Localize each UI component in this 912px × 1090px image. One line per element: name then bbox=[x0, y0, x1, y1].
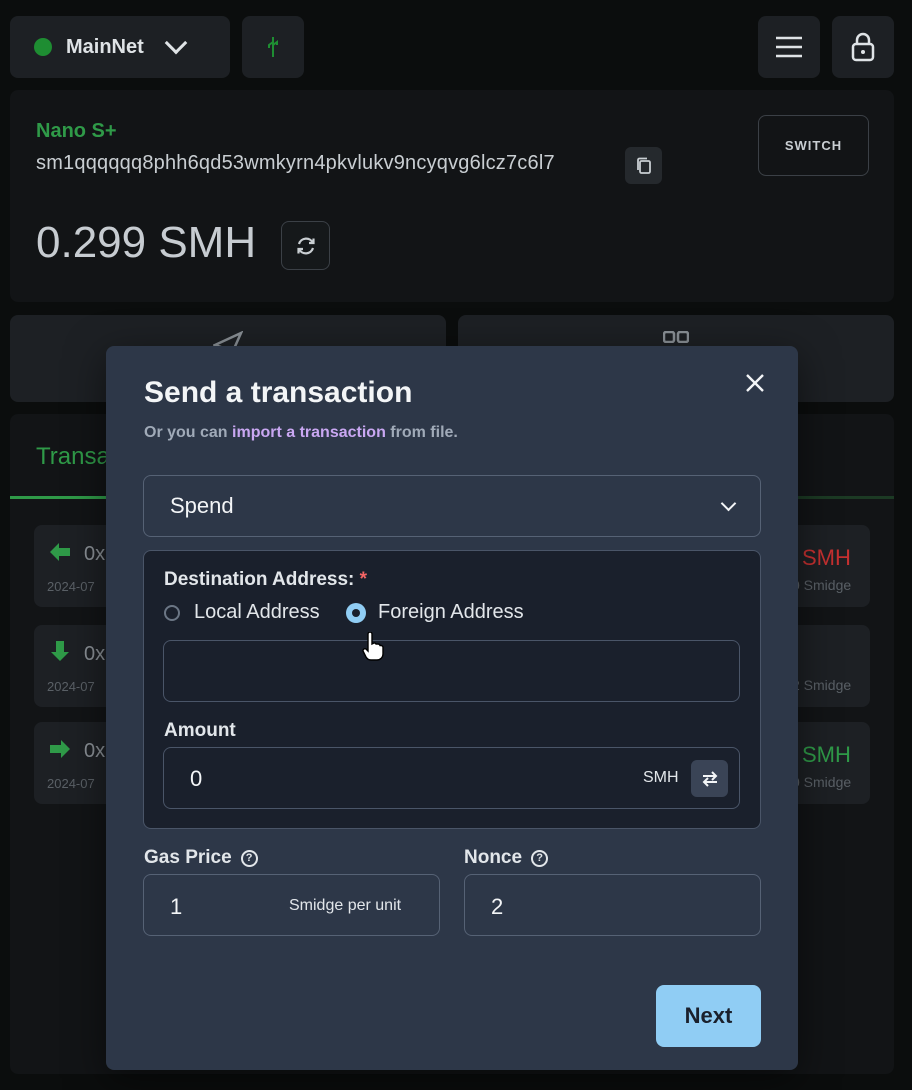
transaction-hash: 0x bbox=[84, 740, 106, 762]
transaction-type-select[interactable]: Spend bbox=[143, 475, 761, 537]
gas-price-input[interactable]: 1 Smidge per unit bbox=[143, 874, 440, 936]
gas-price-label-text: Gas Price bbox=[144, 847, 232, 868]
radio-foreign-label: Foreign Address bbox=[378, 601, 524, 623]
transaction-hash: 0x bbox=[84, 543, 106, 565]
swap-arrows-icon bbox=[702, 770, 717, 787]
network-status-dot bbox=[34, 38, 52, 56]
wallet-address: sm1qqqqqq8phh6qd53wmkyrn4pkvlukv9ncyqvg6… bbox=[36, 152, 555, 174]
nonce-label-text: Nonce bbox=[464, 847, 523, 868]
tab-underline-active bbox=[10, 496, 110, 499]
radio-local-address[interactable]: Local Address bbox=[164, 601, 320, 624]
swap-unit-button[interactable] bbox=[691, 760, 728, 797]
transaction-amount: SMH bbox=[802, 545, 851, 570]
gas-price-unit: Smidge per unit bbox=[289, 897, 402, 914]
transaction-fee: 0 Smidge bbox=[792, 577, 852, 593]
copy-address-button[interactable] bbox=[625, 147, 662, 184]
transaction-date: 2024-07 bbox=[47, 579, 95, 594]
destination-label-text: Destination Address: bbox=[164, 569, 355, 590]
lock-button[interactable] bbox=[832, 16, 894, 78]
chevron-down-icon bbox=[720, 495, 737, 512]
modal-subtitle: Or you can import a transaction from fil… bbox=[144, 424, 458, 442]
required-mark: * bbox=[359, 569, 368, 590]
copy-icon bbox=[636, 157, 651, 174]
device-name: Nano S+ bbox=[36, 120, 117, 142]
close-modal-button[interactable] bbox=[738, 366, 772, 400]
hand-cursor-icon bbox=[362, 632, 384, 661]
refresh-balance-button[interactable] bbox=[281, 221, 330, 270]
transaction-amount: SMH bbox=[802, 742, 851, 767]
amount-label: Amount bbox=[164, 720, 236, 741]
destination-address-input[interactable] bbox=[163, 640, 740, 702]
gas-price-label: Gas Price ? bbox=[144, 847, 258, 869]
refresh-icon bbox=[296, 237, 315, 254]
transaction-fee: 2 Smidge bbox=[792, 677, 852, 693]
subtitle-prefix: Or you can bbox=[144, 424, 233, 441]
close-icon bbox=[746, 374, 764, 392]
help-icon[interactable]: ? bbox=[240, 849, 258, 867]
radio-selected bbox=[346, 602, 366, 623]
radio-foreign-address[interactable]: Foreign Address bbox=[346, 601, 524, 624]
usb-icon bbox=[268, 37, 278, 57]
amount-unit: SMH bbox=[643, 769, 679, 786]
arrow-down-icon bbox=[51, 641, 69, 661]
arrow-right-icon bbox=[50, 740, 70, 758]
transaction-fee: 0 Smidge bbox=[792, 774, 852, 790]
next-button[interactable]: Next bbox=[656, 985, 761, 1047]
modal-title: Send a transaction bbox=[144, 376, 413, 409]
subtitle-suffix: from file. bbox=[385, 424, 458, 441]
gas-price-value: 1 bbox=[170, 894, 183, 919]
nonce-value: 2 bbox=[491, 894, 504, 919]
amount-input[interactable]: 0 SMH bbox=[163, 747, 740, 809]
arrow-left-icon bbox=[50, 543, 70, 561]
radio-unselected bbox=[164, 604, 180, 621]
nonce-input[interactable]: 2 bbox=[464, 874, 761, 936]
nonce-label: Nonce ? bbox=[464, 847, 549, 869]
usb-device-button[interactable] bbox=[242, 16, 304, 78]
switch-button[interactable]: SWITCH bbox=[758, 115, 869, 176]
chevron-down-icon bbox=[164, 31, 188, 55]
balance: 0.299 SMH bbox=[36, 218, 257, 267]
tab-transactions[interactable]: Transa bbox=[36, 443, 110, 471]
network-selector[interactable]: MainNet bbox=[10, 16, 230, 78]
transaction-date: 2024-07 bbox=[47, 776, 95, 791]
transaction-hash: 0x bbox=[84, 643, 106, 665]
help-icon[interactable]: ? bbox=[531, 849, 549, 867]
network-label: MainNet bbox=[66, 35, 144, 58]
menu-button[interactable] bbox=[758, 16, 820, 78]
transaction-date: 2024-07 bbox=[47, 679, 95, 694]
radio-local-label: Local Address bbox=[194, 601, 320, 623]
lock-icon bbox=[851, 32, 875, 62]
import-transaction-link[interactable]: import a transaction bbox=[232, 424, 386, 441]
amount-value: 0 bbox=[190, 766, 203, 791]
qr-code-icon bbox=[663, 331, 689, 343]
hamburger-icon bbox=[776, 36, 802, 58]
destination-label: Destination Address: * bbox=[164, 569, 367, 591]
transaction-type-value: Spend bbox=[170, 493, 234, 518]
